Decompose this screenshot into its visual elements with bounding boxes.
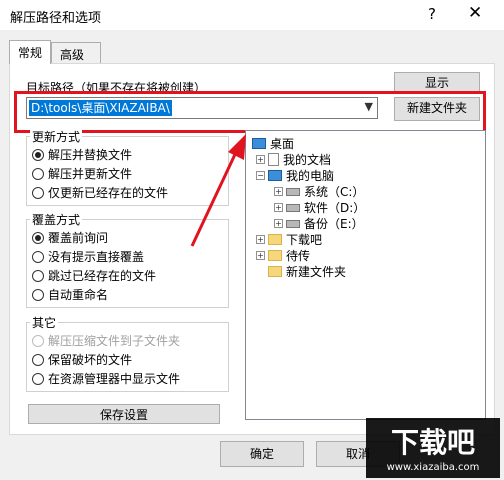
update-option-replace[interactable]: 解压并替换文件 — [32, 146, 132, 163]
tree-item-my-computer[interactable]: − 我的电脑 — [256, 167, 334, 184]
folder-icon — [268, 266, 282, 277]
title-bar: 解压路径和选项 ? ✕ — [0, 0, 504, 30]
radio-icon — [32, 186, 44, 199]
help-button[interactable]: ? — [428, 5, 436, 23]
update-option-update[interactable]: 解压并更新文件 — [32, 165, 132, 182]
overwrite-option-ask[interactable]: 覆盖前询问 — [32, 229, 108, 246]
other-title: 其它 — [30, 314, 59, 331]
radio-icon — [32, 250, 44, 263]
expand-icon[interactable]: + — [274, 203, 283, 212]
other-option-keep-broken[interactable]: 保留破坏的文件 — [32, 351, 132, 368]
ok-button[interactable]: 确定 — [220, 441, 304, 467]
window-title: 解压路径和选项 — [10, 11, 102, 26]
update-mode-title: 更新方式 — [30, 128, 83, 145]
tree-item-drive-e[interactable]: + 备份（E:） — [274, 215, 364, 232]
expand-icon[interactable]: + — [256, 235, 265, 244]
folder-icon — [268, 234, 282, 245]
other-option-show-in-explorer[interactable]: 在资源管理器中显示文件 — [32, 370, 180, 387]
update-option-existing-only[interactable]: 仅更新已经存在的文件 — [32, 184, 168, 201]
other-option-subfolder: 解压压缩文件到子文件夹 — [32, 332, 180, 349]
checkbox-disabled-icon — [32, 334, 44, 347]
folder-tree[interactable]: 桌面 + 我的文档 − 我的电脑 + 系统（C:） + 软件（D:） + 备份（E:） +… — [245, 130, 486, 420]
document-icon — [268, 153, 279, 166]
save-settings-button[interactable]: 保存设置 — [28, 404, 220, 424]
close-button[interactable]: ✕ — [468, 3, 482, 23]
tree-item-desktop[interactable]: 桌面 — [252, 135, 294, 152]
collapse-icon[interactable]: − — [256, 171, 265, 180]
svg-text:下载吧: 下载吧 — [391, 426, 475, 459]
folder-icon — [268, 250, 282, 261]
svg-text:www.xiazaiba.com: www.xiazaiba.com — [387, 462, 480, 473]
tree-item-new-folder[interactable]: 新建文件夹 — [268, 263, 346, 280]
tree-item-downloads[interactable]: + 下载吧 — [256, 231, 322, 248]
expand-icon[interactable]: + — [256, 251, 265, 260]
expand-icon[interactable]: + — [274, 187, 283, 196]
drive-icon — [286, 187, 300, 196]
desktop-icon — [252, 138, 266, 149]
checkbox-icon — [32, 372, 44, 385]
tree-item-my-documents[interactable]: + 我的文档 — [256, 151, 331, 168]
computer-icon — [268, 170, 282, 181]
drive-icon — [286, 219, 300, 228]
radio-selected-icon — [32, 148, 44, 161]
expand-icon[interactable]: + — [274, 219, 283, 228]
watermark-logo: 下载吧 www.xiazaiba.com — [366, 418, 500, 478]
checkbox-icon — [32, 353, 44, 366]
overwrite-option-silent[interactable]: 没有提示直接覆盖 — [32, 248, 144, 265]
expand-icon[interactable]: + — [256, 155, 265, 164]
overwrite-option-rename[interactable]: 自动重命名 — [32, 286, 108, 303]
drive-icon — [286, 203, 300, 212]
overwrite-option-skip[interactable]: 跳过已经存在的文件 — [32, 267, 156, 284]
radio-icon — [32, 288, 44, 301]
tab-advanced[interactable]: 高级 — [51, 42, 101, 64]
tree-item-pending[interactable]: + 待传 — [256, 247, 310, 264]
overwrite-mode-title: 覆盖方式 — [30, 211, 83, 228]
tree-item-drive-c[interactable]: + 系统（C:） — [274, 183, 364, 200]
radio-icon — [32, 269, 44, 282]
radio-selected-icon — [32, 231, 44, 244]
tree-item-drive-d[interactable]: + 软件（D:） — [274, 199, 365, 216]
radio-icon — [32, 167, 44, 180]
tab-general[interactable]: 常规 — [9, 40, 51, 64]
annotation-highlight-box — [14, 91, 486, 133]
